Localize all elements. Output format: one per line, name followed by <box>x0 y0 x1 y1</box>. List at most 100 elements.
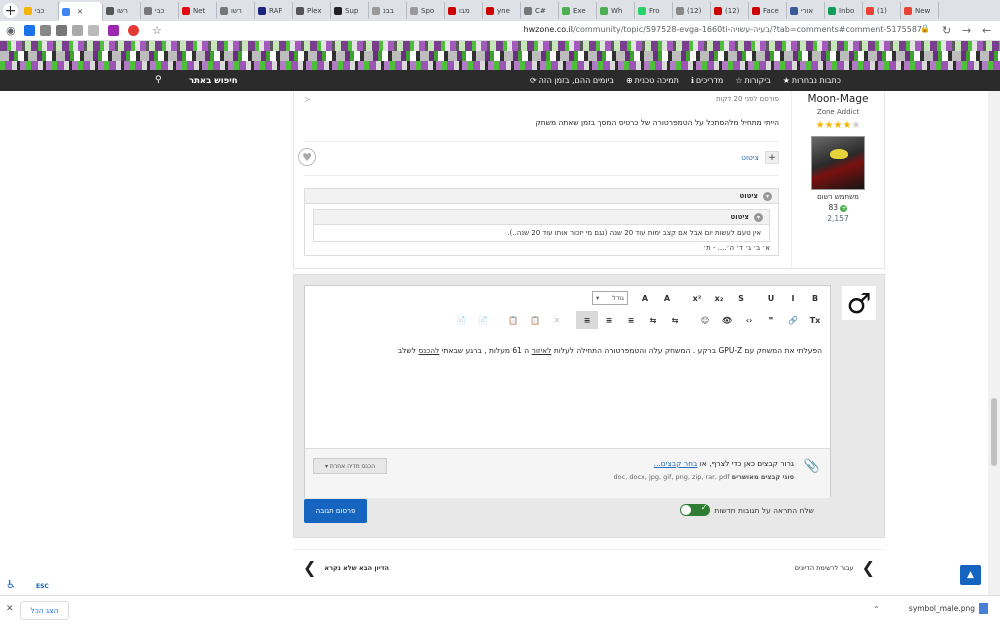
editor-toolbar-button[interactable]: ☺ <box>694 311 716 329</box>
editor-toolbar-button[interactable]: ‹› <box>738 311 760 329</box>
nav-item[interactable]: ℹ מדריכים <box>691 76 723 85</box>
editor-toolbar-button[interactable]: ✕ <box>546 311 568 329</box>
extension-icon[interactable] <box>128 25 139 36</box>
browser-tab[interactable]: Face <box>749 2 787 19</box>
editor-toolbar-button[interactable]: 👁 <box>716 311 738 329</box>
close-tab-icon[interactable]: ✕ <box>77 8 83 16</box>
back-to-topics-link[interactable]: ❯ עבור לרשימת הדיונים <box>795 558 875 577</box>
notify-toggle[interactable] <box>680 503 711 516</box>
extension-icon[interactable] <box>24 25 35 36</box>
submit-reply-button[interactable]: פרסום תגובה <box>304 499 367 523</box>
editor-toolbar-button[interactable]: ⇆ <box>642 311 664 329</box>
address-bar[interactable]: hwzone.co.il/community/topic/597528-evga… <box>524 25 922 34</box>
chevron-up-icon[interactable]: ⌃ <box>873 605 880 614</box>
nav-item[interactable]: ⟳ ביומים ההם, בזמן הזה <box>530 76 614 85</box>
browser-tab[interactable]: אורי <box>787 2 825 19</box>
profile-avatar[interactable]: ◉ <box>6 24 16 37</box>
browser-tab[interactable]: (1) <box>863 2 901 19</box>
browser-tab[interactable]: Spo <box>407 2 445 19</box>
browser-tab[interactable]: Net <box>179 2 217 19</box>
nav-item[interactable]: ⊕ תמיכה טכנית <box>626 76 679 85</box>
font-size-select[interactable]: גודל ▾ <box>592 291 628 305</box>
editor-toolbar-button[interactable]: U <box>760 289 782 307</box>
browser-tab[interactable]: ✕ <box>59 2 103 21</box>
browser-tab[interactable]: New <box>901 2 939 19</box>
browser-tab[interactable]: (12) <box>711 2 749 19</box>
quote-tail-text: א׳ ב׳ ג׳ ד׳ ה׳.... - ת׳ <box>703 244 770 252</box>
browser-tab[interactable]: Exe <box>559 2 597 19</box>
browser-tab[interactable]: Inbo <box>825 2 863 19</box>
editor-toolbar-button[interactable]: x² <box>686 289 708 307</box>
editor-toolbar-button[interactable]: 📋 <box>524 311 546 329</box>
editor-toolbar-button[interactable]: B <box>804 289 826 307</box>
extension-icon[interactable] <box>88 25 99 36</box>
browser-tab[interactable]: בבנ <box>369 2 407 19</box>
heart-icon[interactable]: ♥ <box>298 148 316 166</box>
editor-toolbar-button[interactable]: S <box>730 289 752 307</box>
back-icon[interactable]: ← <box>982 24 991 37</box>
close-icon[interactable]: ✕ <box>6 604 14 614</box>
scroll-to-top-button[interactable]: ▲ <box>960 565 981 585</box>
browser-tab[interactable]: רשו <box>103 2 141 19</box>
reload-icon[interactable]: ↻ <box>942 24 951 37</box>
forward-icon[interactable]: → <box>962 24 971 37</box>
post-timestamp[interactable]: פורסם לפני 20 דקות <box>716 95 779 103</box>
browser-tab[interactable]: RAF <box>255 2 293 19</box>
editor-textarea[interactable]: הפעלתי את המשחק עם GPU-Z ברקע . המשחק על… <box>398 346 822 355</box>
tab-label: בבנ <box>383 6 394 15</box>
extension-icon[interactable] <box>72 25 83 36</box>
editor-toolbar-button[interactable]: ❞ <box>760 311 782 329</box>
browser-tab[interactable]: כבי <box>21 2 59 19</box>
quote-button[interactable]: + ציטוט <box>741 151 779 164</box>
editor-toolbar-button[interactable]: ≡ <box>620 311 642 329</box>
browser-tab[interactable]: Fro <box>635 2 673 19</box>
browser-tab[interactable]: כבי <box>141 2 179 19</box>
nav-item[interactable]: ★ כתבות נבחרות <box>783 76 841 85</box>
browser-tab[interactable]: Sup <box>331 2 369 19</box>
nav-item[interactable]: ☆ ביקורות <box>735 76 770 85</box>
editor-toolbar-button[interactable]: I <box>782 289 804 307</box>
browser-tab[interactable]: (12) <box>673 2 711 19</box>
user-avatar-male-symbol[interactable]: ♂ <box>842 286 876 320</box>
choose-files-link[interactable]: בחר קבצים... <box>654 459 698 468</box>
attachment-dropzone[interactable]: 📎 גרור קבצים כאן כדי לצרף, או בחר קבצים.… <box>305 448 830 498</box>
next-unread-topic-link[interactable]: ❮ הדיון הבא שלא נקרא <box>303 558 389 577</box>
editor-toolbar-button[interactable]: x₂ <box>708 289 730 307</box>
editor-toolbar-button[interactable]: ⇆ <box>664 311 686 329</box>
editor-toolbar-button[interactable]: ≡ <box>598 311 620 329</box>
extension-icon[interactable] <box>40 25 51 36</box>
insert-media-button[interactable]: הכנס מדיה אחרת ▾ <box>313 458 387 474</box>
extension-icon[interactable] <box>108 25 119 36</box>
page-scrollbar[interactable] <box>988 91 1000 595</box>
new-tab-button[interactable]: + <box>0 0 21 21</box>
site-search-label[interactable]: חיפוש באתר <box>189 76 238 86</box>
author-name[interactable]: Moon-Mage <box>792 93 884 105</box>
chevron-icon[interactable]: ▾ <box>754 213 763 222</box>
scrollbar-thumb[interactable] <box>991 398 997 466</box>
editor-toolbar-button[interactable]: ≡ <box>576 311 598 329</box>
editor-toolbar-button[interactable]: A <box>656 289 678 307</box>
browser-tab[interactable]: Wh <box>597 2 635 19</box>
editor-toolbar-button[interactable]: A <box>634 289 656 307</box>
show-all-downloads-button[interactable]: הצג הכל <box>20 601 69 620</box>
search-icon[interactable]: ⚲ <box>155 75 162 85</box>
browser-tab[interactable]: רשו <box>217 2 255 19</box>
bookmark-star-icon[interactable]: ☆ <box>152 24 162 37</box>
editor-toolbar-button[interactable]: 🔗 <box>782 311 804 329</box>
browser-tab[interactable]: מבו <box>445 2 483 19</box>
browser-tab[interactable]: C# <box>521 2 559 19</box>
editor-toolbar-button[interactable]: 📋 <box>502 311 524 329</box>
esc-label[interactable]: ESC <box>36 583 49 590</box>
browser-tab[interactable]: Plex <box>293 2 331 19</box>
avatar[interactable] <box>811 136 865 190</box>
chevron-icon[interactable]: ▾ <box>763 192 772 201</box>
download-item[interactable]: symbol_male.png <box>909 603 988 614</box>
editor-toolbar-button[interactable]: 📄 <box>450 311 472 329</box>
star-icon: ★ <box>815 120 825 131</box>
extension-icon[interactable] <box>56 25 67 36</box>
browser-tab[interactable]: yne <box>483 2 521 19</box>
share-icon[interactable]: ≺ <box>304 95 311 104</box>
editor-toolbar-button[interactable]: 📄 <box>472 311 494 329</box>
editor-toolbar-button[interactable]: Tx <box>804 311 826 329</box>
accessibility-icon[interactable]: ♿ <box>6 578 16 591</box>
